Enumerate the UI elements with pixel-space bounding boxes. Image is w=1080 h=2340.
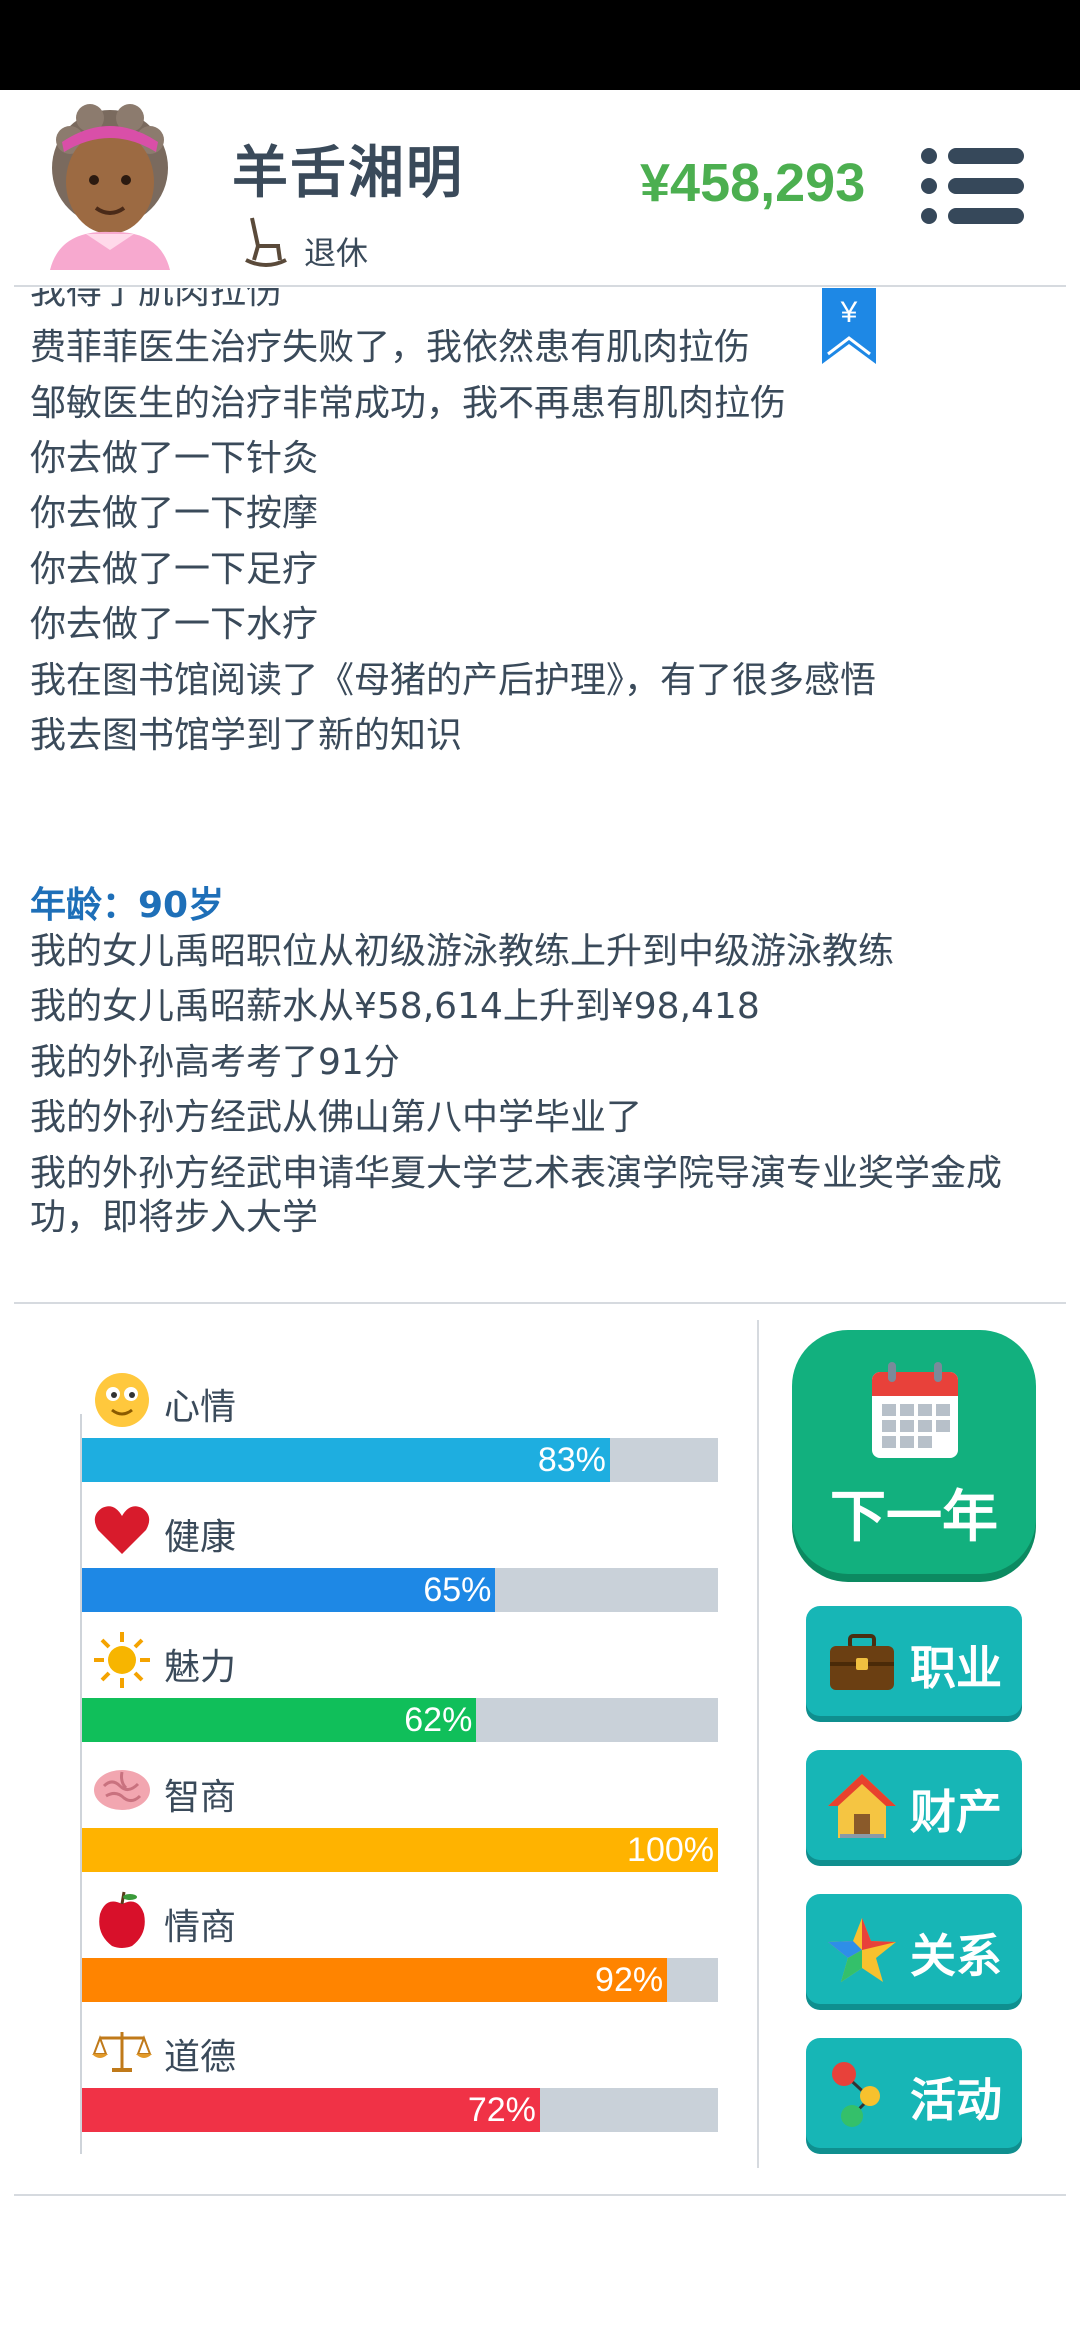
brain-icon [94, 1770, 150, 1810]
stats-panel: 心情 83% 健康 65% 魅力 62% 智商 100% 情商 92% 道德 7… [0, 1304, 760, 2174]
activities-button[interactable]: 活动 [806, 2038, 1022, 2148]
stat-percent: 65% [423, 1571, 492, 1609]
stat-bar-track: 62% [82, 1698, 718, 1742]
activity-dots-icon [832, 2062, 880, 2127]
log-line: 你去做了一下按摩 [30, 493, 319, 534]
career-label: 职业 [910, 1641, 1002, 1695]
log-line: 邹敏医生的治疗非常成功，我不再患有肌肉拉伤 [30, 383, 787, 424]
stat-mood: 心情 83% [82, 1370, 718, 1500]
stat-label: 情商 [164, 1907, 237, 1948]
log-line: 你去做了一下水疗 [30, 604, 319, 645]
rocking-chair-icon [245, 217, 287, 267]
menu-icon[interactable] [920, 146, 1024, 226]
stat-eq: 情商 92% [82, 1890, 718, 2020]
age-heading: 年龄：90岁 [30, 885, 225, 926]
stat-label: 智商 [164, 1777, 237, 1818]
stat-health: 健康 65% [82, 1500, 718, 1630]
stat-percent: 92% [595, 1961, 664, 1999]
apple-icon [99, 1891, 145, 1948]
assets-label: 财产 [910, 1785, 1002, 1839]
stat-bar-track: 100% [82, 1828, 718, 1872]
stat-bar-fill: 65% [82, 1568, 496, 1612]
stat-percent: 62% [404, 1701, 473, 1739]
log-line: 你去做了一下足疗 [30, 549, 319, 590]
career-button[interactable]: 职业 [806, 1606, 1022, 1716]
stat-iq: 智商 100% [82, 1760, 718, 1890]
heart-icon [94, 1506, 150, 1554]
bookmark-icon[interactable]: ¥ [822, 288, 876, 364]
sun-icon [94, 1632, 150, 1688]
relations-label: 关系 [910, 1929, 1002, 1983]
log-line: 我在图书馆阅读了《母猪的产后护理》，有了很多感悟 [30, 660, 877, 701]
stat-label: 心情 [164, 1387, 237, 1428]
header: 羊舌湘明 退休 ¥458,293 [0, 90, 1080, 287]
next-year-label: 下一年 [830, 1485, 998, 1550]
log-line: 我的女儿禹昭薪水从¥58,614上升到¥98,418 [30, 986, 760, 1027]
header-divider [14, 285, 1066, 287]
stat-bar-fill: 72% [82, 2088, 540, 2132]
stat-bar-track: 72% [82, 2088, 718, 2132]
stat-morality: 道德 72% [82, 2020, 718, 2150]
relations-button[interactable]: 关系 [806, 1894, 1022, 2004]
stat-label: 道德 [164, 2037, 237, 2078]
stat-bar-track: 83% [82, 1438, 718, 1482]
stat-percent: 72% [467, 2091, 536, 2129]
stat-percent: 83% [537, 1441, 606, 1479]
log-line: 我去图书馆学到了新的知识 [30, 715, 463, 756]
occupation-label: 退休 [304, 234, 369, 272]
log-line: 我的女儿禹昭职位从初级游泳教练上升到中级游泳教练 [30, 931, 895, 972]
stats-separator [757, 1320, 759, 2168]
avatar[interactable] [40, 100, 180, 270]
status-bar [0, 0, 1080, 90]
log-line: 你去做了一下针灸 [30, 438, 319, 479]
stat-charm: 魅力 62% [82, 1630, 718, 1760]
stat-label: 健康 [164, 1517, 237, 1558]
stat-bar-fill: 92% [82, 1958, 668, 2002]
stat-bar-fill: 83% [82, 1438, 610, 1482]
log-line: 我得了肌肉拉伤 [30, 288, 283, 312]
stat-label: 魅力 [164, 1647, 237, 1688]
bottom-divider [14, 2194, 1066, 2196]
bookmark-symbol: ¥ [840, 296, 858, 329]
star-icon [828, 1918, 896, 1982]
briefcase-icon [830, 1634, 894, 1690]
log-line: 我的外孙方经武申请华夏大学艺术表演学院导演专业奖学金成功，即将步入大学 [30, 1153, 1003, 1238]
log-line: 我的外孙高考考了91分 [30, 1042, 400, 1083]
scales-icon [92, 2032, 152, 2072]
stat-bar-track: 65% [82, 1568, 718, 1612]
activities-label: 活动 [910, 2073, 1002, 2127]
house-icon [828, 1774, 896, 1838]
player-name: 羊舌湘明 [232, 141, 464, 206]
event-log[interactable]: 我得了肌肉拉伤 费菲菲医生治疗失败了，我依然患有肌肉拉伤 邹敏医生的治疗非常成功… [0, 288, 1080, 1300]
log-line: 费菲菲医生治疗失败了，我依然患有肌肉拉伤 [30, 327, 751, 368]
smiley-icon [95, 1373, 149, 1427]
calendar-icon [872, 1362, 958, 1458]
assets-button[interactable]: 财产 [806, 1750, 1022, 1860]
money-balance: ¥458,293 [640, 153, 866, 213]
stat-percent: 100% [627, 1831, 714, 1869]
next-year-button[interactable]: 下一年 [792, 1330, 1036, 1574]
stat-bar-fill: 100% [82, 1828, 718, 1872]
stat-bar-fill: 62% [82, 1698, 477, 1742]
log-line: 我的外孙方经武从佛山第八中学毕业了 [30, 1097, 643, 1138]
stat-bar-track: 92% [82, 1958, 718, 2002]
